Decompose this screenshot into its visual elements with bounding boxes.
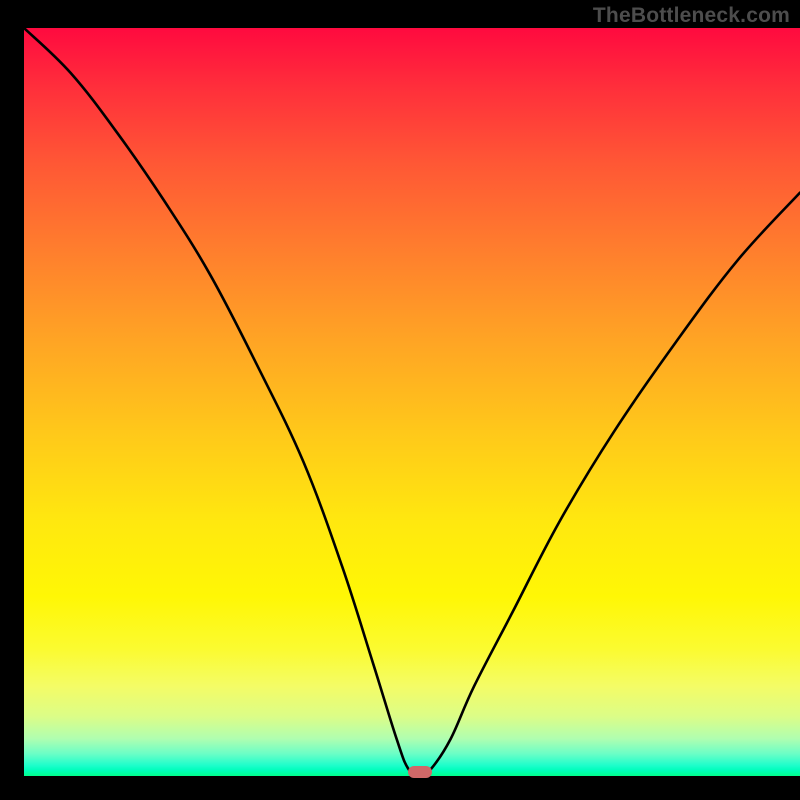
curve-path (24, 28, 800, 776)
plot-area (24, 28, 800, 776)
attribution-text: TheBottleneck.com (593, 4, 790, 28)
bottleneck-curve (24, 28, 800, 776)
chart-frame: TheBottleneck.com (0, 0, 800, 800)
optimum-marker-icon (408, 766, 432, 778)
